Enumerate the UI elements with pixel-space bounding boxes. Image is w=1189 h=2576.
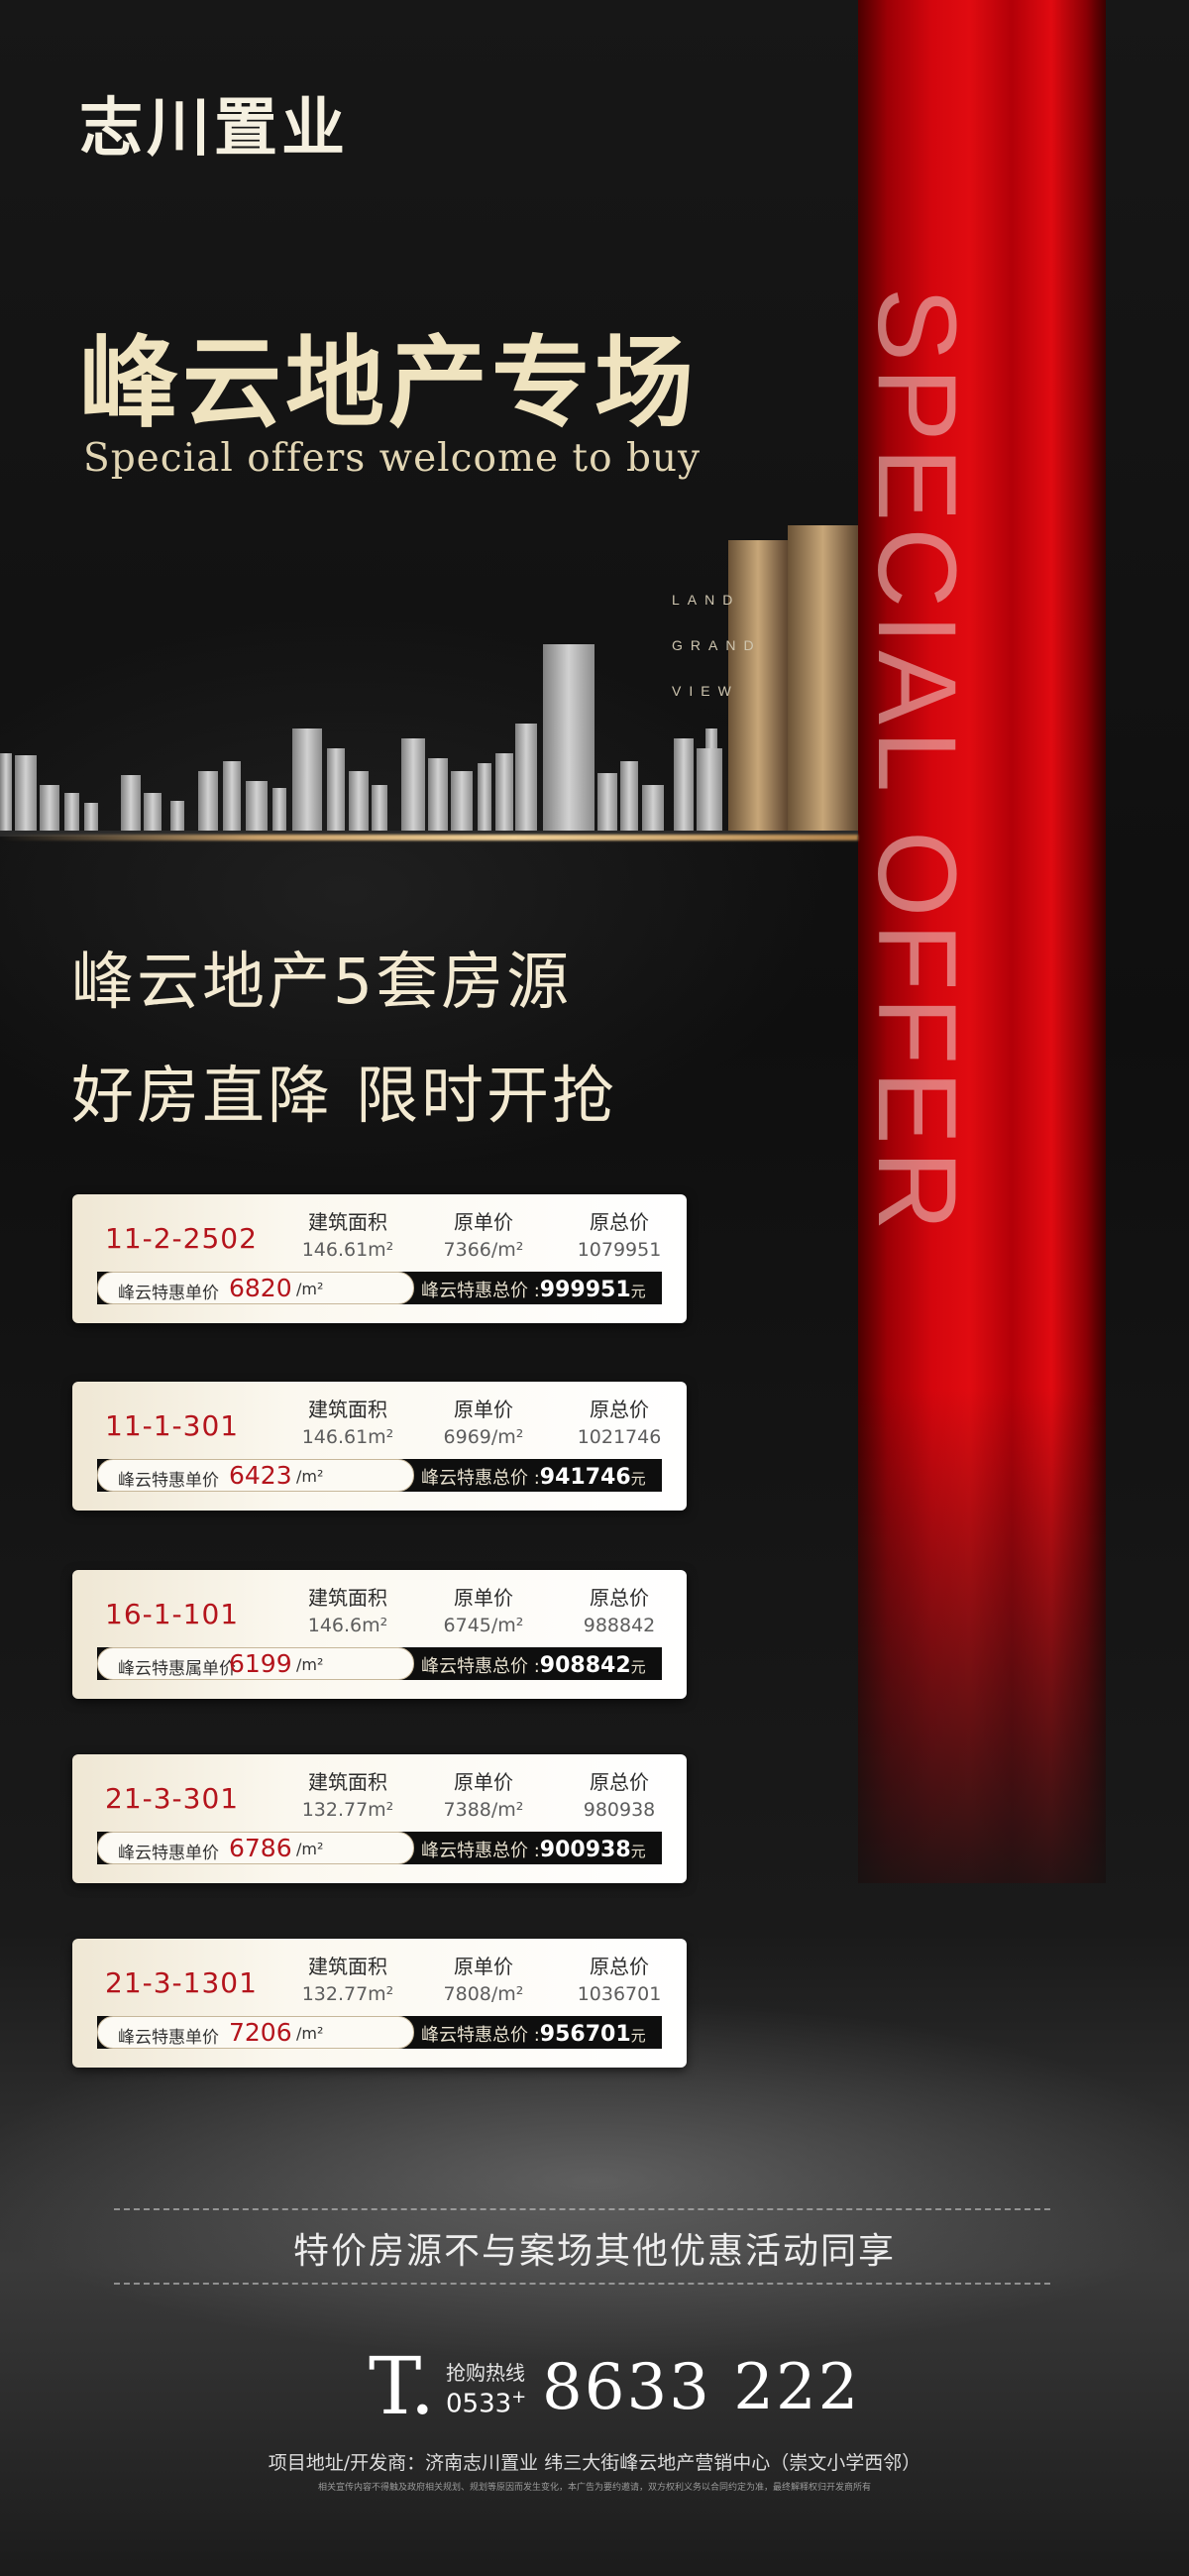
legal-fineprint: 相关宣传内容不得触及政府相关规划、规划等原因而发生变化，本广告为要约邀请，双方权… [317,2483,871,2493]
unit-code: 21-3-1301 [105,1966,258,1999]
hotline-label: 抢购热线 [446,2361,525,2385]
curtain-text: SPECIAL OFFER [855,287,979,1237]
divider [114,2283,1050,2285]
landmark-text: LAND GRAND VIEW [672,592,762,699]
special-total-price: 峰云特惠总价 :908842元 [421,1653,646,1678]
unit-price-column: 原单价 6745/m² [443,1586,524,1636]
brand-logo: 志川置业 [79,91,349,166]
unit-code: 11-2-2502 [105,1222,258,1255]
phone-letter-icon: T. [369,2340,436,2432]
special-total-price: 峰云特惠总价 :900938元 [421,1838,646,1862]
area-column: 建筑面积 132.77m² [301,1770,394,1821]
special-unit-price: 6423 [229,1461,292,1490]
special-unit-pill: 峰云特惠单价 6423 /m² [97,1459,414,1492]
area-column: 建筑面积 146.61m² [301,1398,394,1448]
area-code: 0533+ [446,2387,527,2419]
total-price-column: 原总价 980938 [583,1770,656,1821]
unit-price-column: 原单价 6969/m² [443,1398,524,1448]
page-title: 峰云地产专场 [79,325,698,441]
skyline-horizon-glow [0,835,858,840]
special-total-price: 峰云特惠总价 :941746元 [421,1465,646,1490]
unit-code: 21-3-301 [105,1782,240,1815]
total-price-column: 原总价 1021746 [577,1398,662,1448]
special-unit-price: 6786 [229,1834,292,1862]
unit-code: 16-1-101 [105,1598,240,1630]
headline-line-1: 峰云地产5套房源 [71,946,573,1018]
special-unit-pill: 峰云特惠单价 6786 /m² [97,1832,414,1864]
special-unit-pill: 峰云特惠单价 7206 /m² [97,2016,414,2049]
special-total-price: 峰云特惠总价 :956701元 [421,2022,646,2047]
unit-code: 11-1-301 [105,1409,240,1442]
area-column: 建筑面积 132.77m² [301,1955,394,2005]
poster: SPECIAL OFFER 志川置业 峰云地产专场 Special offers… [0,0,1189,2576]
headline-line-2: 好房直降 限时开抢 [71,1060,618,1132]
listing-card: 16-1-101 建筑面积 146.6m² 原单价 6745/m² 原总价 98884… [72,1570,687,1699]
total-price-column: 原总价 1036701 [577,1955,662,2005]
listing-card: 21-3-1301 建筑面积 132.77m² 原单价 7808/m² 原总价 103… [72,1939,687,2068]
unit-price-column: 原单价 7388/m² [443,1770,524,1821]
special-unit-price: 6199 [229,1649,292,1678]
hotline-block: T. 抢购热线 0533+ 8633 222 [369,2347,884,2436]
page-subtitle: Special offers welcome to buy [83,436,702,481]
area-column: 建筑面积 146.6m² [307,1586,388,1636]
unit-price-column: 原单价 7366/m² [443,1210,524,1261]
area-column: 建筑面积 146.61m² [301,1210,394,1261]
special-unit-pill: 峰云特惠单价 6820 /m² [97,1272,414,1304]
unit-price-column: 原单价 7808/m² [443,1955,524,2005]
listing-card: 21-3-301 建筑面积 132.77m² 原单价 7388/m² 原总价 9809… [72,1754,687,1883]
special-unit-price: 7206 [229,2018,292,2047]
divider [114,2208,1050,2210]
project-address: 项目地址/开发商：济南志川置业 纬三大街峰云地产营销中心（崇文小学西邻） [268,2452,921,2474]
hotline-number[interactable]: 8633 222 [542,2351,860,2424]
offer-disclaimer: 特价房源不与案场其他优惠活动同享 [292,2231,896,2272]
special-unit-pill: 峰云特惠属单价 6199 /m² [97,1647,414,1680]
listing-card: 11-1-301 建筑面积 146.61m² 原单价 6969/m² 原总价 1021… [72,1382,687,1511]
special-total-price: 峰云特惠总价 :999951元 [421,1278,646,1302]
total-price-column: 原总价 1079951 [577,1210,662,1261]
listing-card: 11-2-2502 建筑面积 146.61m² 原单价 7366/m² 原总价 107… [72,1194,687,1323]
special-unit-price: 6820 [229,1274,292,1302]
total-price-column: 原总价 988842 [583,1586,656,1636]
